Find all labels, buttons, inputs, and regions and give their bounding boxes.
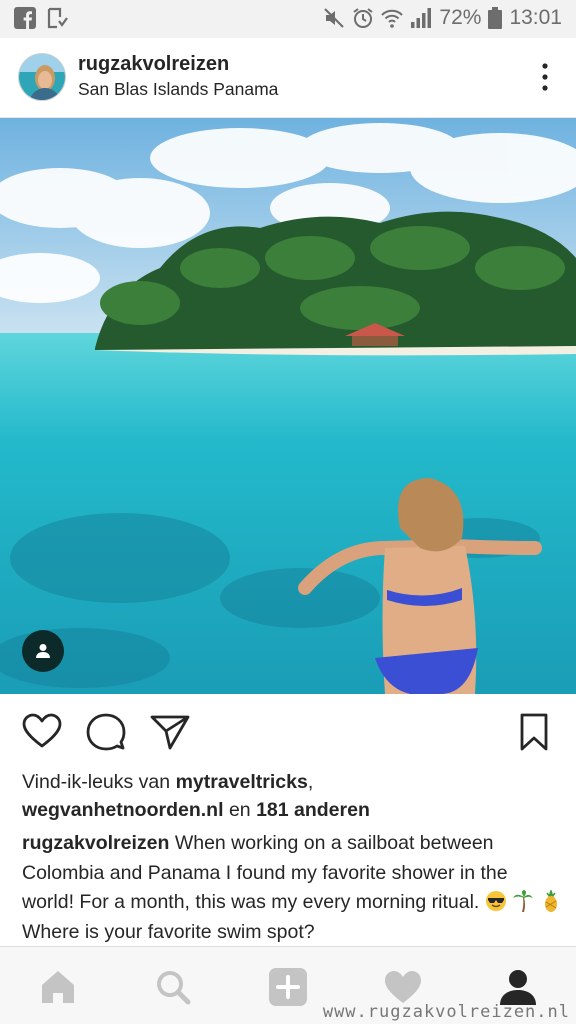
share-icon[interactable] <box>150 712 190 752</box>
caption-author[interactable]: rugzakvolreizen <box>22 832 169 854</box>
watermark: www.rugzakvolreizen.nl <box>322 1002 570 1022</box>
liker-link[interactable]: mytraveltricks <box>176 771 308 793</box>
avatar[interactable] <box>18 53 66 101</box>
sunglasses-emoji <box>485 891 506 911</box>
mute-icon <box>324 8 345 28</box>
profile-icon[interactable] <box>498 967 538 1007</box>
comment-icon[interactable] <box>86 712 126 752</box>
tagged-users-button[interactable] <box>22 630 64 672</box>
palm-tree-emoji <box>513 890 534 912</box>
pineapple-emoji <box>544 890 557 912</box>
wifi-icon <box>381 9 404 28</box>
likes-summary: Vind-ik-leuks van mytraveltricks, wegvan… <box>22 768 562 824</box>
heart-icon[interactable] <box>22 712 62 752</box>
bookmark-icon[interactable] <box>514 712 554 752</box>
battery-icon <box>488 7 503 29</box>
liker-link[interactable]: wegvanhetnoorden.nl <box>22 799 224 821</box>
likes-separator: , <box>307 771 314 793</box>
facebook-icon <box>14 7 36 29</box>
post-location[interactable]: San Blas Islands Panama <box>78 79 278 100</box>
home-icon[interactable] <box>38 967 78 1007</box>
person-icon <box>36 644 50 658</box>
activity-heart-icon[interactable] <box>383 967 423 1007</box>
likes-count-link[interactable]: 181 anderen <box>256 799 370 821</box>
caption-text-after: Where is your favorite swim spot? <box>22 920 315 943</box>
post-photo[interactable] <box>0 118 576 694</box>
likes-prefix: Vind-ik-leuks van <box>22 771 171 793</box>
clock: 13:01 <box>509 6 562 29</box>
download-notification-icon <box>47 7 68 29</box>
alarm-icon <box>353 8 374 28</box>
search-icon[interactable] <box>153 967 193 1007</box>
status-bar: 72% 13:01 <box>0 0 576 38</box>
more-options-icon[interactable] <box>540 62 550 92</box>
likes-conjunction: en <box>228 799 251 821</box>
post-actions <box>0 700 576 764</box>
bottom-navigation: www.rugzakvolreizen.nl <box>0 946 576 1024</box>
post-caption: rugzakvolreizen When working on a sailbo… <box>22 829 562 947</box>
battery-percent: 72% <box>439 6 482 29</box>
post-header: rugzakvolreizen San Blas Islands Panama <box>0 38 576 118</box>
signal-icon <box>411 8 432 28</box>
post-username[interactable]: rugzakvolreizen <box>78 53 229 76</box>
add-post-icon[interactable] <box>268 967 308 1007</box>
